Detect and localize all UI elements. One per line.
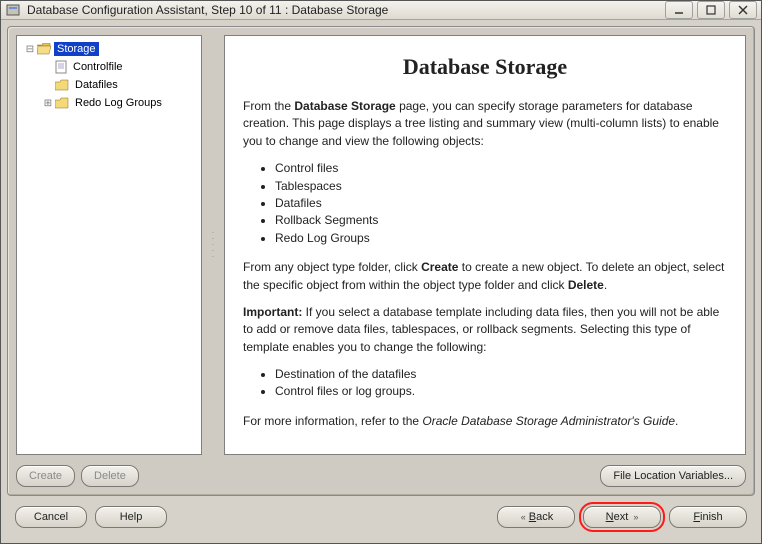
list-item: Datafiles (275, 195, 727, 212)
splitter[interactable]: ····· (210, 35, 216, 455)
document-icon (55, 60, 67, 74)
important-paragraph: Important: If you select a database temp… (243, 304, 727, 356)
delete-button[interactable]: Delete (81, 465, 139, 487)
file-location-variables-button[interactable]: File Location Variables... (600, 465, 746, 487)
objects-list: Control files Tablespaces Datafiles Roll… (275, 160, 727, 247)
tree-pane[interactable]: ⊟ Storage Controlfile (16, 35, 202, 455)
create-button[interactable]: Create (16, 465, 75, 487)
tree-label: Controlfile (70, 60, 126, 74)
titlebar: Database Configuration Assistant, Step 1… (1, 1, 761, 20)
list-item: Control files (275, 160, 727, 177)
help-button[interactable]: Help (95, 506, 167, 528)
list-item: Tablespaces (275, 178, 727, 195)
create-delete-paragraph: From any object type folder, click Creat… (243, 259, 727, 294)
folder-icon (55, 79, 69, 91)
back-button[interactable]: « Back (497, 506, 575, 528)
intro-paragraph: From the Database Storage page, you can … (243, 98, 727, 150)
page-title: Database Storage (243, 54, 727, 80)
tree-label: Redo Log Groups (72, 96, 165, 110)
finish-button[interactable]: Finish (669, 506, 747, 528)
list-item: Rollback Segments (275, 212, 727, 229)
tree-item-redolog[interactable]: ⊞ Redo Log Groups (19, 94, 199, 112)
maximize-button[interactable] (697, 1, 725, 19)
minimize-button[interactable] (665, 1, 693, 19)
list-item: Destination of the datafiles (275, 366, 727, 383)
folder-icon (55, 97, 69, 109)
tree-label: Storage (54, 42, 99, 56)
tree-item-controlfile[interactable]: Controlfile (19, 58, 199, 76)
chevron-right-icon: » (633, 512, 636, 522)
tree-root-storage[interactable]: ⊟ Storage (19, 40, 199, 58)
chevron-left-icon: « (521, 512, 524, 522)
tree-label: Datafiles (72, 78, 121, 92)
list-item: Redo Log Groups (275, 230, 727, 247)
app-icon (5, 2, 21, 18)
window-title: Database Configuration Assistant, Step 1… (27, 3, 661, 17)
tree-item-datafiles[interactable]: Datafiles (19, 76, 199, 94)
back-label: ack (536, 511, 553, 523)
tree-expander-icon[interactable]: ⊞ (41, 98, 55, 109)
content-pane: Database Storage From the Database Stora… (224, 35, 746, 455)
tree-expander-icon[interactable]: ⊟ (23, 44, 37, 55)
next-button[interactable]: Next » (583, 506, 661, 528)
template-list: Destination of the datafiles Control fil… (275, 366, 727, 401)
close-button[interactable] (729, 1, 757, 19)
cancel-button[interactable]: Cancel (15, 506, 87, 528)
folder-open-icon (37, 43, 51, 55)
list-item: Control files or log groups. (275, 383, 727, 400)
moreinfo-paragraph: For more information, refer to the Oracl… (243, 413, 727, 430)
